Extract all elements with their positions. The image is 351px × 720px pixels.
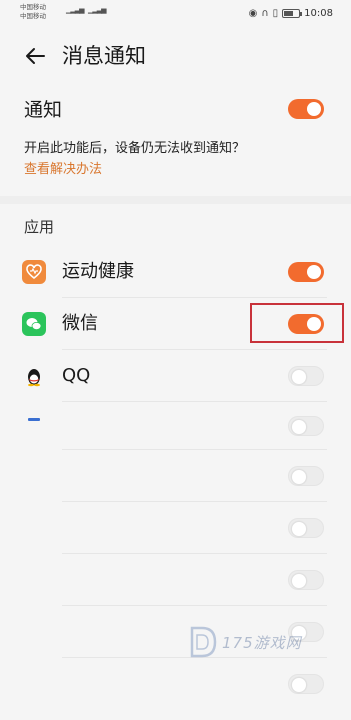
section-separator [0,196,351,204]
carrier-1: 中国移动 [20,3,46,11]
app-toggle[interactable] [288,416,324,436]
toggle-knob [291,419,307,435]
page-title: 消息通知 [62,44,146,68]
highlight-box [250,303,344,343]
toggle-knob [291,677,307,693]
apps-section-title: 应用 [24,218,55,236]
troubleshoot-link[interactable]: 查看解决办法 [24,161,102,179]
app-icon [28,418,40,421]
app-toggle[interactable] [288,466,324,486]
app-name: 微信 [62,313,98,334]
notification-label: 通知 [24,99,63,121]
toggle-knob [291,369,307,385]
toggle-knob [291,521,307,537]
watermark-logo-icon [190,626,217,658]
app-toggle[interactable] [288,570,324,590]
app-row[interactable] [0,554,351,606]
notification-description: 开启此功能后，设备仍无法收到通知？ [24,141,246,156]
battery-icon [282,9,303,18]
app-toggle-health[interactable] [288,262,324,282]
app-row[interactable] [0,658,351,710]
signal-icon-2: ▁▂▃▅ [88,6,107,14]
arrow-left-icon[interactable] [22,42,50,70]
status-bar: 中国移动 中国移动 ▁▂▃▅ ▁▂▃▅ ◉ ∩ ▯ 10:08 [0,0,351,28]
app-row[interactable] [0,450,351,502]
app-name: QQ [62,365,91,386]
toggle-knob [291,469,307,485]
wechat-icon [22,312,46,336]
app-toggle-qq[interactable] [288,366,324,386]
clock: 10:08 [304,8,333,19]
status-icons: ◉ ∩ ▯ 10:08 [249,8,333,19]
signal-icon-1: ▁▂▃▅ [66,6,85,14]
carrier-2: 中国移动 [20,12,46,20]
toggle-knob [307,265,321,279]
toggle-knob [291,573,307,589]
health-icon [22,260,46,284]
notification-toggle[interactable] [288,99,324,119]
app-row-health[interactable]: 运动健康 [0,246,351,298]
watermark: 175游戏网 [188,622,302,662]
qq-icon [22,364,46,388]
app-name: 运动健康 [62,261,134,282]
toggle-knob [307,102,321,116]
app-header: 消息通知 [0,36,351,76]
headphone-icon: ∩ [261,8,269,19]
eye-icon: ◉ [248,8,258,19]
app-row-qq[interactable]: QQ [0,350,351,402]
vibrate-icon: ▯ [272,8,279,19]
app-row[interactable] [0,502,351,554]
watermark-text: 175游戏网 [222,633,302,652]
app-toggle[interactable] [288,518,324,538]
app-toggle[interactable] [288,674,324,694]
app-row[interactable] [0,402,351,454]
